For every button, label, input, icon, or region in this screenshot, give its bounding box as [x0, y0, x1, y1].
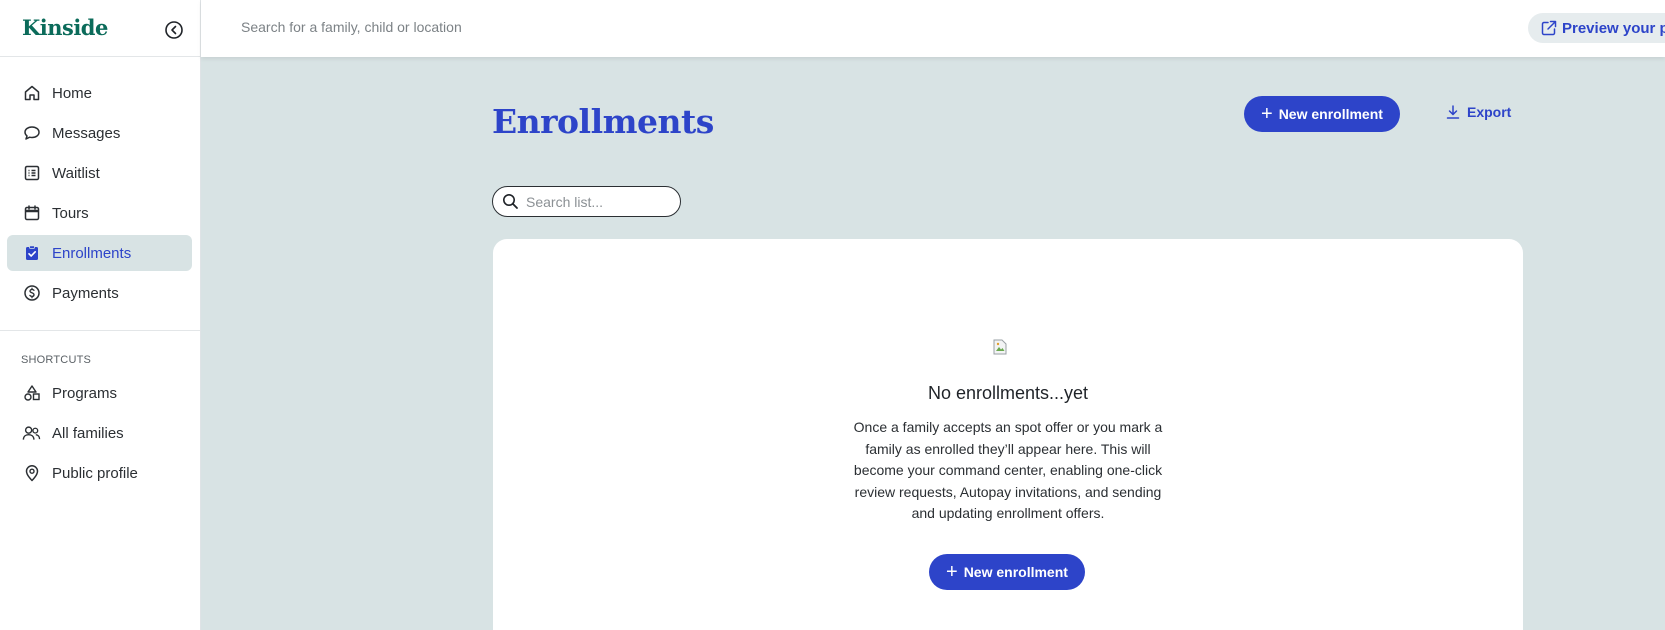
sidebar-item-label: Messages [52, 124, 121, 142]
preview-profile-button[interactable]: Preview your pro [1528, 13, 1665, 43]
sidebar-item-tours[interactable]: Tours [7, 195, 192, 231]
broken-image-icon [993, 339, 1007, 355]
sidebar-item-label: Home [52, 84, 93, 102]
preview-profile-label: Preview your pro [1562, 19, 1665, 37]
kinside-logo[interactable]: Kinside [22, 15, 108, 40]
new-enrollment-label: New enrollment [1278, 106, 1383, 122]
new-enrollment-empty-label: New enrollment [963, 564, 1068, 580]
shapes-icon [22, 384, 41, 403]
export-button[interactable]: Export [1445, 104, 1511, 120]
sidebar-item-all-families[interactable]: All families [7, 415, 192, 451]
sidebar-item-programs[interactable]: Programs [7, 375, 192, 411]
plus-icon: + [946, 561, 958, 583]
empty-state-title: No enrollments...yet [927, 383, 1089, 403]
sidebar-item-waitlist[interactable]: Waitlist [7, 155, 192, 191]
new-enrollment-button[interactable]: + New enrollment [1244, 96, 1400, 132]
sidebar-divider [0, 330, 200, 331]
list-search[interactable] [492, 186, 681, 217]
sidebar-item-label: Public profile [52, 464, 138, 482]
empty-state-card: No enrollments...yet Once a family accep… [493, 239, 1523, 630]
sidebar-header: Kinside [0, 0, 200, 57]
export-label: Export [1467, 104, 1512, 120]
chat-bubble-icon [22, 124, 41, 143]
sidebar-item-payments[interactable]: Payments [7, 275, 192, 311]
sidebar-item-enrollments[interactable]: Enrollments [7, 235, 192, 271]
sidebar: Kinside Home Messages Waitlist Tours Enr… [0, 0, 201, 630]
collapse-sidebar-icon[interactable] [164, 20, 184, 40]
sidebar-item-public-profile[interactable]: Public profile [7, 455, 192, 491]
sidebar-item-label: Enrollments [52, 244, 132, 262]
page-title: Enrollments [492, 102, 714, 141]
plus-icon: + [1261, 103, 1273, 125]
users-icon [22, 424, 41, 443]
shortcuts-heading: SHORTCUTS [21, 354, 92, 366]
sidebar-item-label: Waitlist [52, 164, 100, 182]
sidebar-item-label: Programs [52, 384, 118, 402]
list-icon [22, 164, 41, 183]
clipboard-check-icon [22, 244, 41, 263]
sidebar-item-label: Payments [52, 284, 119, 302]
home-icon [22, 84, 41, 103]
top-bar: Preview your pro [201, 0, 1665, 57]
global-search-input[interactable] [241, 19, 641, 35]
list-search-input[interactable] [526, 193, 666, 210]
calendar-icon [22, 204, 41, 223]
sidebar-item-messages[interactable]: Messages [7, 115, 192, 151]
empty-state-description: Once a family accepts an spot offer or y… [853, 419, 1163, 521]
sidebar-item-label: All families [52, 424, 124, 442]
download-icon [1445, 104, 1461, 120]
new-enrollment-empty-button[interactable]: + New enrollment [929, 554, 1085, 590]
sidebar-item-label: Tours [52, 204, 89, 222]
main-nav: Home Messages Waitlist Tours Enrollments [0, 57, 200, 311]
external-link-icon [1540, 19, 1558, 37]
location-pin-icon [22, 464, 41, 483]
search-icon [502, 193, 519, 210]
shortcuts-nav: Programs All families Public profile [0, 375, 200, 491]
sidebar-item-home[interactable]: Home [7, 75, 192, 111]
dollar-circle-icon [22, 284, 41, 303]
